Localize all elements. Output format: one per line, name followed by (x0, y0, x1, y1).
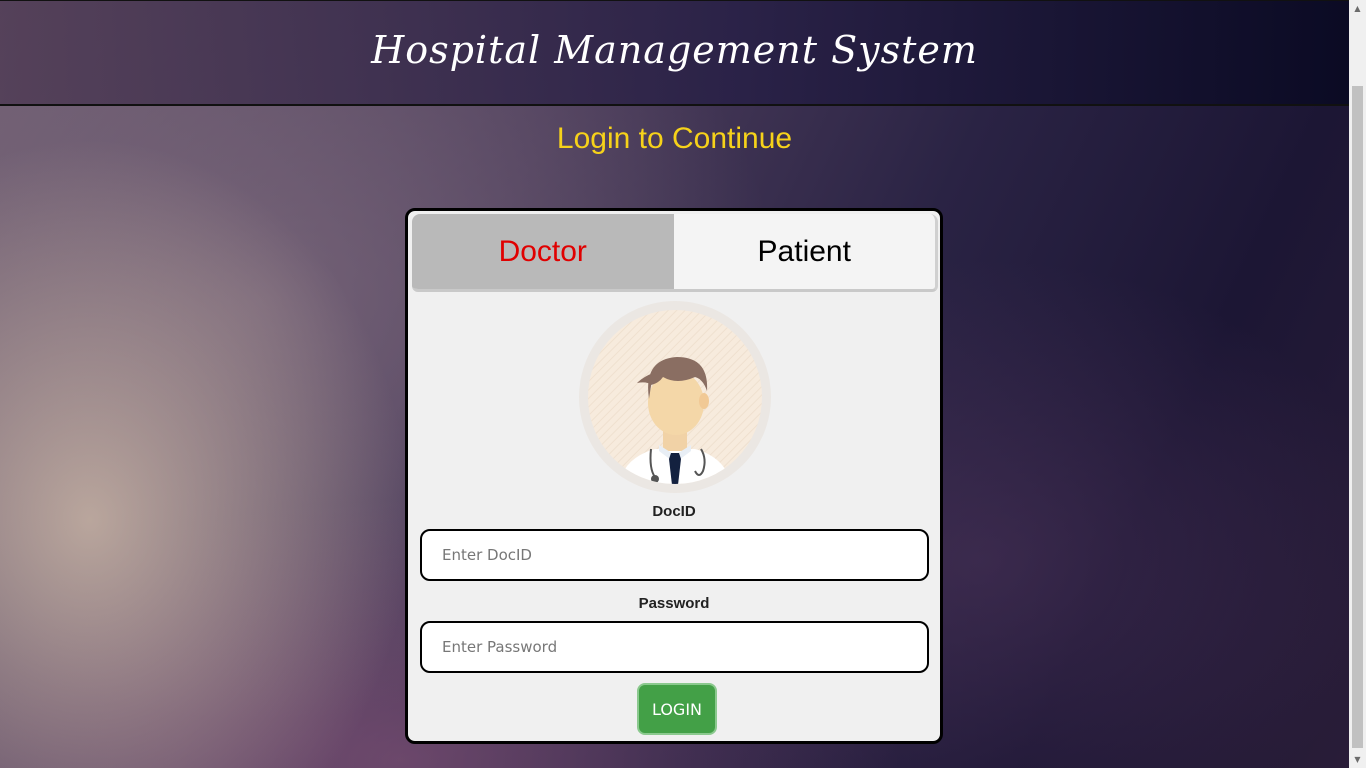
site-title: Hospital Management System (371, 27, 978, 72)
login-button[interactable]: LOGIN (637, 683, 717, 735)
site-header: Hospital Management System (0, 0, 1349, 106)
password-label: Password (638, 595, 710, 612)
scrollbar-thumb[interactable] (1352, 86, 1363, 748)
tab-patient[interactable]: Patient (673, 214, 935, 289)
scroll-up-icon[interactable]: ▲ (1349, 0, 1366, 17)
docid-label: DocID (652, 503, 696, 520)
login-card: Doctor Patient DocID Enter DocID Passwor… (405, 208, 943, 744)
role-tabs: Doctor Patient (412, 214, 938, 292)
tab-doctor[interactable]: Doctor (412, 214, 674, 289)
page-subtitle: Login to Continue (556, 122, 793, 155)
docid-input[interactable] (420, 529, 929, 581)
doctor-avatar-icon (577, 299, 773, 495)
scroll-down-icon[interactable]: ▼ (1349, 751, 1366, 768)
scrollbar[interactable]: ▲ ▼ (1349, 0, 1366, 768)
password-input[interactable] (420, 621, 929, 673)
